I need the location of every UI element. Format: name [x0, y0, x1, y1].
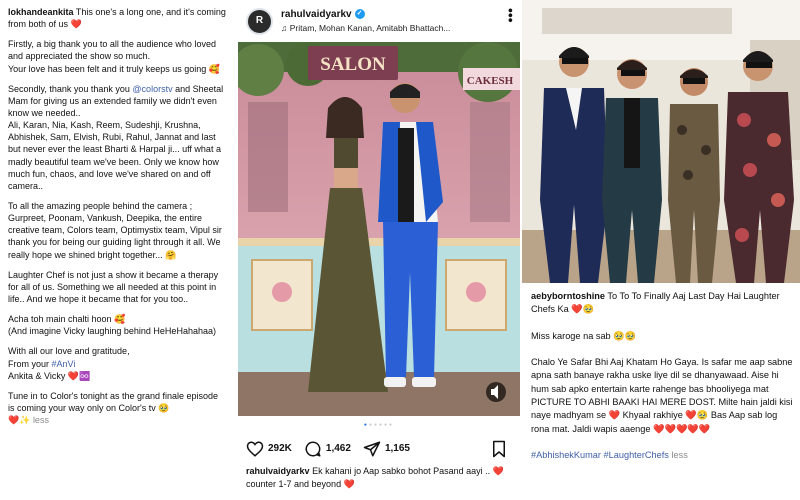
avatar[interactable]: R — [246, 7, 273, 35]
share-count: 1,165 — [384, 443, 410, 455]
left-para-2b: and Sheetal Mam for giving us an extende… — [8, 83, 224, 191]
left-para-7-end: ❤️✨ — [8, 415, 31, 426]
colorstv-mention-link[interactable]: @colorstv — [132, 84, 172, 94]
comment-count: 1,462 — [325, 443, 351, 455]
like-action[interactable]: 292K — [246, 440, 292, 458]
left-para-7: Tune in to Color's tonight as the grand … — [8, 390, 227, 426]
left-para-2a: Secondly, thank you thank you — [8, 83, 133, 94]
right-post-panel: aebyborntoshine To To To Finally Aaj Las… — [522, 0, 800, 500]
left-username[interactable]: lokhandeankita — [8, 7, 74, 17]
anvi-hashtag-link[interactable]: #AnVi — [52, 359, 76, 369]
comment-action[interactable]: 1,462 — [304, 440, 351, 458]
left-para-1: Firstly, a big thank you to all the audi… — [8, 39, 221, 74]
post-header: R rahulvaidyarkv ✓ ♫ Pritam, Mohan Kanan… — [238, 0, 520, 42]
screenshot-collage: lokhandeankita This one's a long one, an… — [0, 0, 800, 500]
right-hashtags-link[interactable]: #AbhishekKumar #LaughterChefs — [531, 450, 669, 460]
left-para-7-text: Tune in to Color's tonight as the grand … — [8, 390, 219, 413]
left-para-6b: Ankita & Vicky ❤️♾️ — [8, 370, 91, 381]
left-para-4: Laughter Chef is not just a show it beca… — [8, 269, 219, 304]
post-photo-group[interactable] — [522, 0, 800, 283]
post-username[interactable]: rahulvaidyarkv — [281, 8, 352, 22]
cake-sign-text: CAKESH — [467, 75, 514, 87]
share-action[interactable]: 1,165 — [363, 440, 410, 458]
music-row[interactable]: ♫ Pritam, Mohan Kanan, Amitabh Bhattach.… — [281, 23, 450, 34]
comment-icon — [305, 441, 321, 457]
carousel-dots: ●●●●●● — [363, 422, 395, 428]
right-caption: aebyborntoshine To To To Finally Aaj Las… — [531, 290, 795, 475]
bookmark-action[interactable] — [490, 440, 508, 461]
verified-badge-icon: ✓ — [354, 9, 365, 20]
couple-photo-illustration: SALON CAKESH — [238, 42, 520, 416]
heart-icon — [246, 441, 264, 457]
right-hashtags-row: #AbhishekKumar #LaughterChefs less — [531, 449, 795, 462]
left-para-2: Secondly, thank you thank you @colorstv … — [8, 83, 227, 192]
caption-username[interactable]: rahulvaidyarkv — [246, 466, 310, 476]
post-caption: rahulvaidyarkv Ek kahani jo Aap sabko bo… — [246, 465, 514, 491]
right-line-3: Chalo Ye Safar Bhi Aaj Khatam Ho Gaya. I… — [531, 357, 793, 434]
left-intro: lokhandeankita This one's a long one, an… — [8, 6, 227, 30]
bookmark-icon — [493, 440, 505, 458]
music-note-icon: ♫ — [281, 23, 288, 34]
right-less-link[interactable]: less — [671, 450, 687, 460]
right-line-2: Miss karoge na sab 🥹🥹 — [531, 330, 637, 341]
group-photo-illustration — [522, 0, 800, 283]
left-less-link[interactable]: less — [33, 415, 49, 425]
right-username[interactable]: aebyborntoshine — [531, 291, 605, 301]
like-count: 292K — [268, 443, 292, 455]
post-photo-couple[interactable]: SALON CAKESH — [238, 42, 520, 416]
left-para-5: Acha toh main chalti hoon 🥰 (And imagine… — [8, 314, 216, 337]
post-actions-bar: 292K 1,462 1,165 — [246, 438, 512, 460]
left-para-3: To all the amazing people behind the cam… — [8, 200, 222, 260]
right-line-1: aebyborntoshine To To To Finally Aaj Las… — [531, 290, 795, 317]
left-caption-panel: lokhandeankita This one's a long one, an… — [0, 0, 235, 500]
post-username-row: rahulvaidyarkv ✓ — [281, 8, 450, 22]
more-options-icon[interactable]: ••• — [503, 8, 519, 23]
post-header-text: rahulvaidyarkv ✓ ♫ Pritam, Mohan Kanan, … — [281, 8, 450, 35]
salon-sign-text: SALON — [320, 54, 386, 75]
instagram-post-middle: R rahulvaidyarkv ✓ ♫ Pritam, Mohan Kanan… — [238, 0, 520, 500]
share-send-icon — [363, 441, 381, 457]
left-para-6: With all our love and gratitude, From yo… — [8, 345, 227, 381]
music-credits: Pritam, Mohan Kanan, Amitabh Bhattach... — [289, 23, 451, 34]
